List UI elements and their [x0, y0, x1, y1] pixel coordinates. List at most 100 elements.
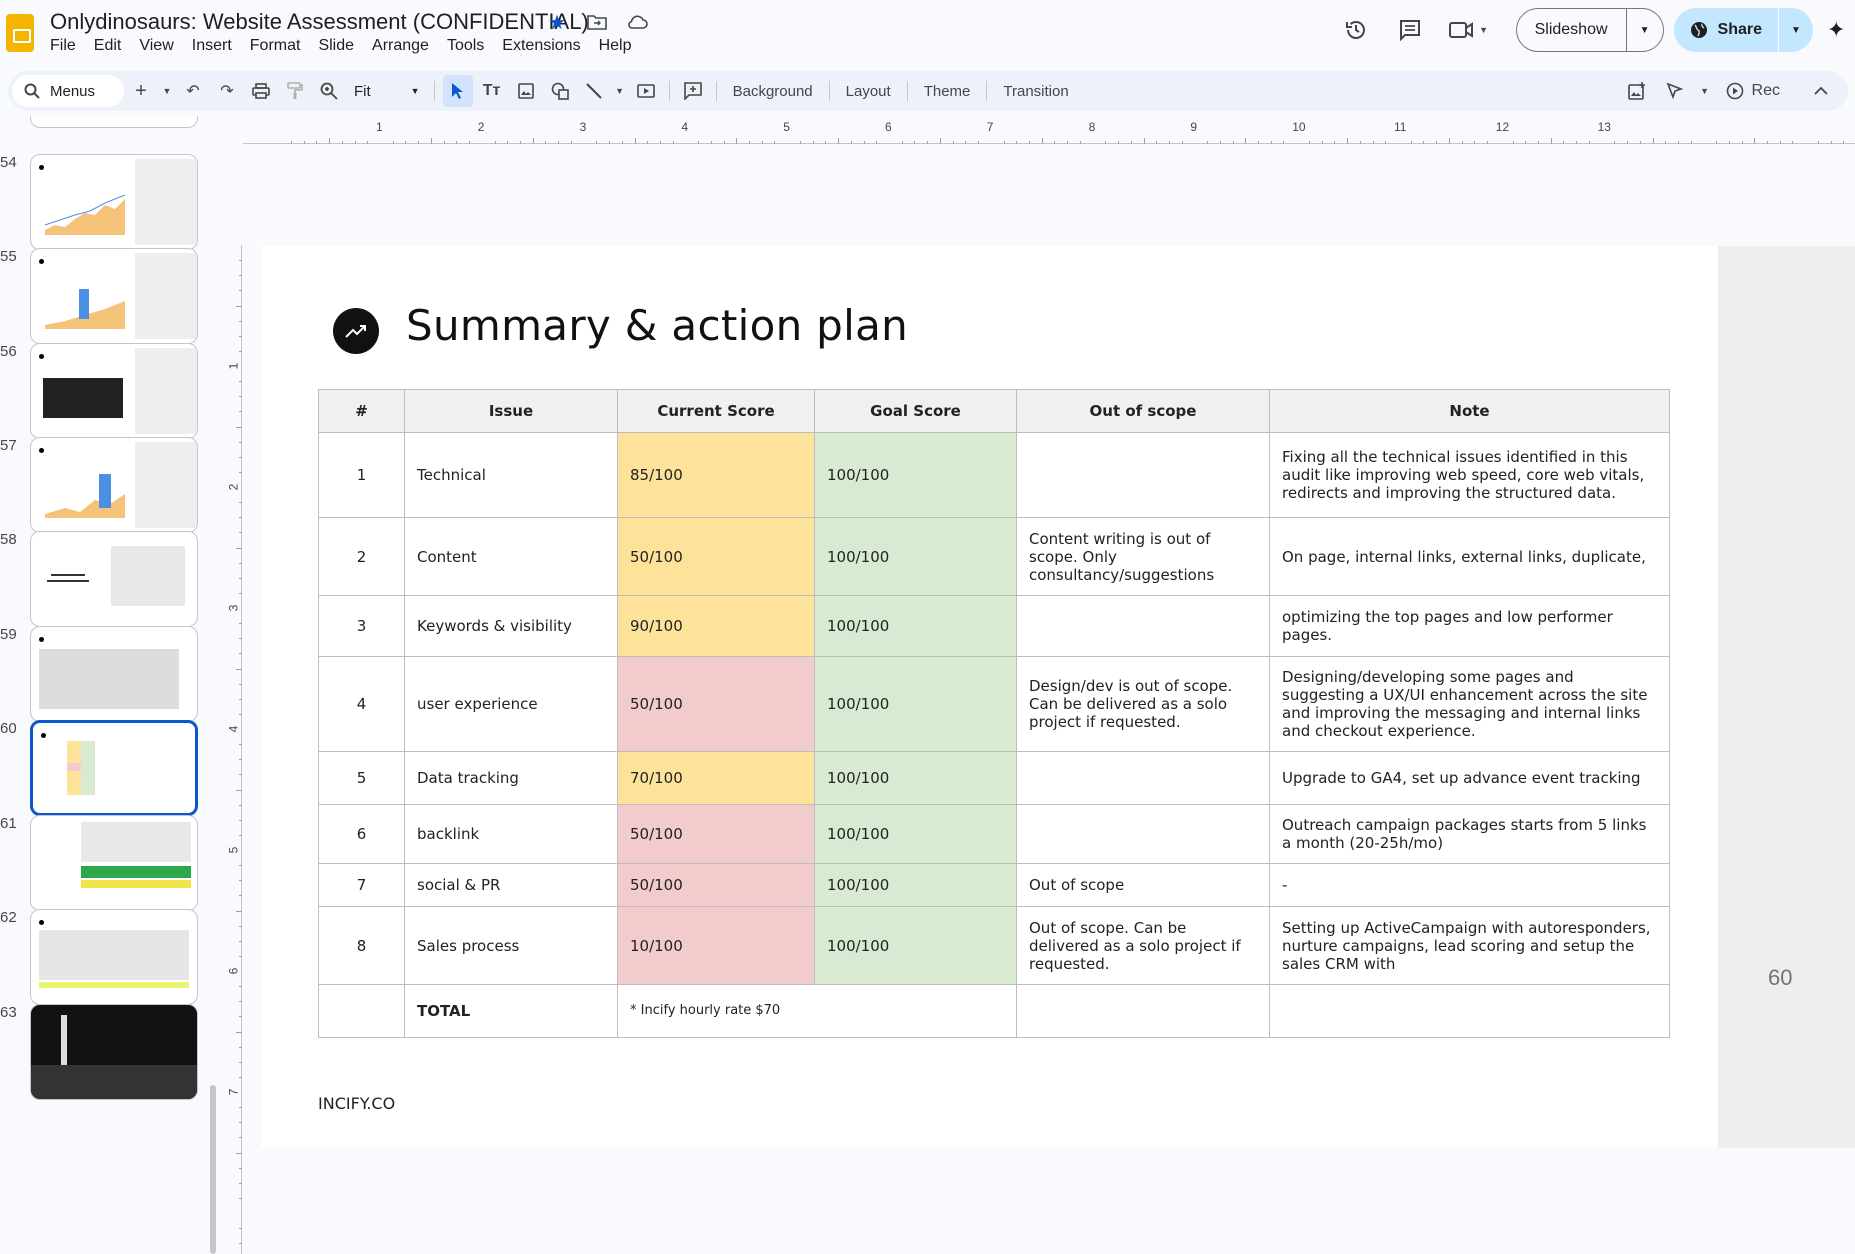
row-number[interactable]: 4 [318, 656, 405, 752]
row-goal-score[interactable]: 100/100 [814, 863, 1017, 907]
paint-format-icon[interactable] [280, 75, 310, 107]
row-current-score[interactable]: 10/100 [617, 906, 815, 985]
footer-brand[interactable]: INCIFY.CO [318, 1094, 395, 1113]
header-out-of-scope[interactable]: Out of scope [1016, 389, 1270, 433]
horizontal-ruler[interactable]: 1 2 3 4 5 6 7 8 9 10 11 12 13 [243, 120, 1855, 144]
row-note[interactable]: - [1269, 863, 1670, 907]
row-current-score[interactable]: 85/100 [617, 432, 815, 518]
row-note[interactable]: Outreach campaign packages starts from 5… [1269, 804, 1670, 864]
version-history-icon[interactable] [1336, 10, 1376, 50]
filmstrip-item[interactable]: 62 [0, 909, 208, 1009]
document-title[interactable]: Onlydinosaurs: Website Assessment (CONFI… [50, 9, 589, 35]
menu-arrange[interactable]: Arrange [372, 37, 438, 55]
row-goal-score[interactable]: 100/100 [814, 656, 1017, 752]
background-button[interactable]: Background [725, 75, 821, 107]
menu-format[interactable]: Format [250, 37, 310, 55]
row-note[interactable]: Fixing all the technical issues identifi… [1269, 432, 1670, 518]
row-current-score[interactable]: 50/100 [617, 517, 815, 596]
total-scope-cell[interactable] [1016, 984, 1270, 1038]
menu-tools[interactable]: Tools [447, 37, 493, 55]
filmstrip-item[interactable]: 55 [0, 248, 208, 348]
slide-thumbnail[interactable] [30, 909, 198, 1005]
row-current-score[interactable]: 70/100 [617, 751, 815, 805]
total-note[interactable]: * Incify hourly rate $70 [617, 984, 1017, 1038]
shape-icon[interactable] [545, 75, 575, 107]
filmstrip-item[interactable]: 63 [0, 1004, 208, 1104]
row-note[interactable]: On page, internal links, external links,… [1269, 517, 1670, 596]
row-current-score[interactable]: 50/100 [617, 863, 815, 907]
star-icon[interactable]: ★ [545, 10, 569, 34]
row-issue[interactable]: Sales process [404, 906, 618, 985]
row-number[interactable]: 5 [318, 751, 405, 805]
summary-table[interactable]: # Issue Current Score Goal Score Out of … [318, 389, 1670, 1038]
cloud-saved-icon[interactable] [625, 10, 649, 34]
filmstrip-item[interactable]: 60 [0, 720, 208, 820]
row-out-of-scope[interactable]: Out of scope. Can be delivered as a solo… [1016, 906, 1270, 985]
slide-thumbnail[interactable] [30, 437, 198, 533]
header-number[interactable]: # [318, 389, 405, 433]
menu-view[interactable]: View [139, 37, 182, 55]
row-issue[interactable]: Keywords & visibility [404, 595, 618, 657]
slideshow-label[interactable]: Slideshow [1517, 9, 1627, 51]
row-note[interactable]: optimizing the top pages and low perform… [1269, 595, 1670, 657]
text-box-icon[interactable]: Tт [477, 75, 507, 107]
insert-image-icon[interactable] [511, 75, 541, 107]
print-icon[interactable] [246, 75, 276, 107]
header-note[interactable]: Note [1269, 389, 1670, 433]
transition-button[interactable]: Transition [995, 75, 1076, 107]
share-main[interactable]: Share [1674, 8, 1779, 52]
row-out-of-scope[interactable]: Content writing is out of scope. Only co… [1016, 517, 1270, 596]
row-issue[interactable]: Data tracking [404, 751, 618, 805]
menu-file[interactable]: File [50, 37, 85, 55]
slideshow-dropdown-icon[interactable]: ▼ [1627, 25, 1663, 36]
row-number[interactable]: 6 [318, 804, 405, 864]
gemini-sparkle-icon[interactable]: ✦ [1827, 17, 1855, 43]
menus-search[interactable]: Menus [12, 75, 124, 107]
row-goal-score[interactable]: 100/100 [814, 906, 1017, 985]
row-out-of-scope[interactable] [1016, 751, 1270, 805]
row-out-of-scope[interactable] [1016, 804, 1270, 864]
row-goal-score[interactable]: 100/100 [814, 432, 1017, 518]
share-dropdown-icon[interactable]: ▼ [1779, 25, 1813, 36]
row-note[interactable]: Designing/developing some pages and sugg… [1269, 656, 1670, 752]
add-comment-icon[interactable] [678, 75, 708, 107]
total-label[interactable]: TOTAL [404, 984, 618, 1038]
row-out-of-scope[interactable]: Design/dev is out of scope. Can be deliv… [1016, 656, 1270, 752]
menu-insert[interactable]: Insert [192, 37, 241, 55]
row-out-of-scope[interactable] [1016, 432, 1270, 518]
slide-thumbnail[interactable] [30, 1004, 198, 1100]
slide-thumbnail[interactable] [30, 626, 198, 722]
row-goal-score[interactable]: 100/100 [814, 517, 1017, 596]
row-goal-score[interactable]: 100/100 [814, 751, 1017, 805]
filmstrip-item[interactable]: 56 [0, 343, 208, 443]
row-current-score[interactable]: 90/100 [617, 595, 815, 657]
slideshow-button[interactable]: Slideshow ▼ [1515, 8, 1664, 52]
theme-button[interactable]: Theme [916, 75, 979, 107]
row-out-of-scope[interactable] [1016, 595, 1270, 657]
row-issue[interactable]: Content [404, 517, 618, 596]
line-icon[interactable] [579, 75, 609, 107]
new-slide-dropdown-icon[interactable]: ▼ [160, 75, 174, 107]
filmstrip-item[interactable]: 61 [0, 815, 208, 915]
line-dropdown-icon[interactable]: ▼ [613, 75, 627, 107]
total-number-cell[interactable] [318, 984, 405, 1038]
trending-up-icon[interactable] [333, 308, 379, 354]
thumbnail-53-partial[interactable] [0, 116, 208, 132]
pointer-dropdown-icon[interactable]: ▼ [1698, 75, 1712, 107]
slide-thumbnail-selected[interactable] [30, 720, 198, 816]
row-issue[interactable]: Technical [404, 432, 618, 518]
header-goal-score[interactable]: Goal Score [814, 389, 1017, 433]
slide-thumbnail[interactable] [30, 531, 198, 627]
comments-icon[interactable] [1390, 10, 1430, 50]
header-current-score[interactable]: Current Score [617, 389, 815, 433]
slide-thumbnail[interactable] [30, 116, 198, 128]
filmstrip-scrollbar[interactable] [210, 1085, 216, 1254]
slide-thumbnail[interactable] [30, 815, 198, 911]
row-number[interactable]: 8 [318, 906, 405, 985]
menu-help[interactable]: Help [599, 37, 641, 55]
row-issue[interactable]: user experience [404, 656, 618, 752]
row-current-score[interactable]: 50/100 [617, 656, 815, 752]
row-note[interactable]: Upgrade to GA4, set up advance event tra… [1269, 751, 1670, 805]
slide-thumbnail[interactable] [30, 343, 198, 439]
slide-title[interactable]: Summary & action plan [406, 301, 908, 350]
